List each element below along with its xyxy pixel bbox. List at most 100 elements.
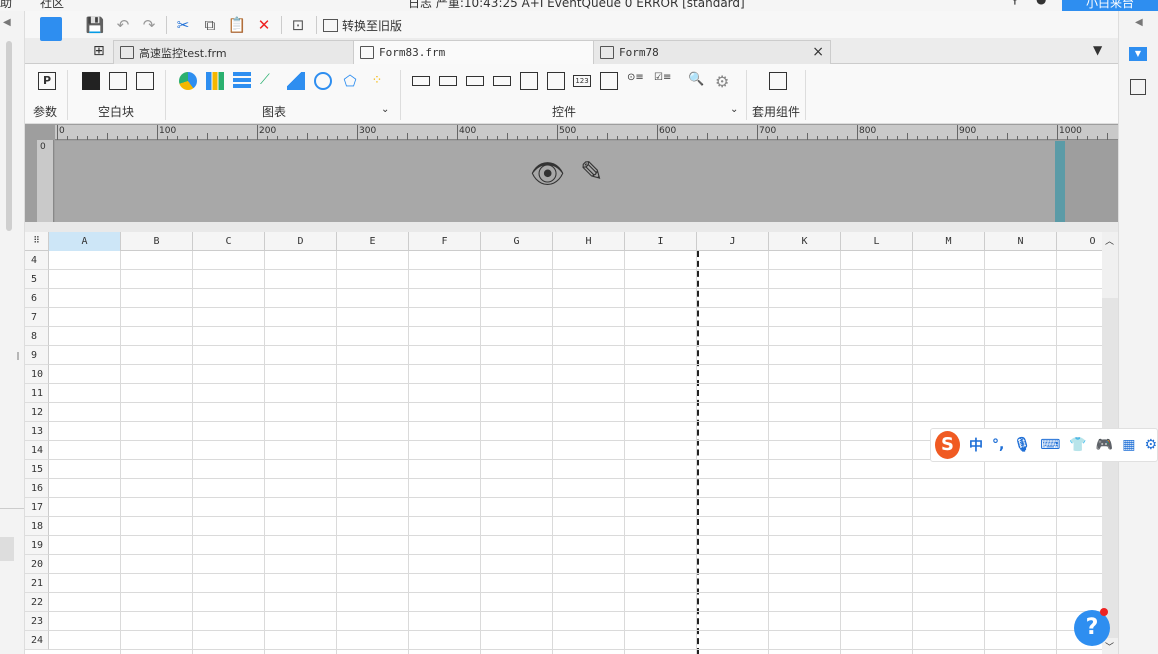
user-button[interactable]: 小白来台 — [1062, 0, 1158, 11]
keyboard-icon[interactable]: ⌨ — [1040, 437, 1060, 453]
column-header[interactable]: O — [1057, 232, 1102, 251]
column-header[interactable]: H — [553, 232, 625, 251]
row-header[interactable]: 5 — [25, 270, 49, 289]
column-header[interactable]: I — [625, 232, 697, 251]
cut-icon[interactable]: ✂ — [173, 15, 193, 35]
chart-expand-icon[interactable]: ⌄ — [381, 104, 389, 115]
blank-block-icon[interactable] — [82, 72, 100, 90]
scroll-up-icon[interactable]: ︿ — [1105, 234, 1114, 247]
row-header[interactable]: 12 — [25, 403, 49, 422]
delete-icon[interactable]: ✕ — [254, 15, 274, 35]
close-icon[interactable]: × — [812, 44, 824, 60]
button-widget-icon[interactable] — [466, 76, 484, 86]
scroll-down-icon[interactable]: ﹀ — [1105, 640, 1114, 653]
paste-icon[interactable]: 📋 — [227, 15, 247, 35]
textarea-widget-icon[interactable] — [600, 72, 618, 90]
row-header[interactable]: 11 — [25, 384, 49, 403]
microphone-icon[interactable]: 🎙 — [1013, 437, 1031, 453]
row-header[interactable]: 13 — [25, 422, 49, 441]
area-chart-icon[interactable] — [287, 72, 305, 90]
tab-highspeed[interactable]: 高速监控test.frm × — [113, 40, 375, 64]
save-icon[interactable]: 💾 — [85, 15, 105, 35]
tab-list-icon[interactable]: ▼ — [1093, 43, 1102, 57]
help-menu-fragment[interactable]: 助 — [0, 0, 12, 11]
main-logo[interactable] — [33, 17, 73, 61]
list-widget-icon[interactable] — [520, 72, 538, 90]
row-header[interactable]: 18 — [25, 517, 49, 536]
bar-chart-icon[interactable] — [206, 72, 224, 90]
row-header[interactable]: 23 — [25, 612, 49, 631]
column-header[interactable]: J — [697, 232, 769, 251]
apps-icon[interactable]: ▦ — [1122, 437, 1135, 453]
date-widget-icon[interactable] — [547, 72, 565, 90]
column-header[interactable]: C — [193, 232, 265, 251]
search-icon[interactable]: ⚲ — [1010, 0, 1020, 7]
row-header[interactable]: 17 — [25, 498, 49, 517]
row-header[interactable]: 4 — [25, 251, 49, 270]
edit-pencil-icon[interactable]: ✎ — [580, 155, 603, 188]
radio-widget-icon[interactable]: ⊙≡ — [627, 72, 645, 90]
row-header[interactable]: 21 — [25, 574, 49, 593]
row-header[interactable]: 15 — [25, 460, 49, 479]
search-widget-icon[interactable]: 🔍 — [688, 72, 706, 90]
row-header[interactable]: 8 — [25, 327, 49, 346]
select-all-corner[interactable]: ⠿ — [25, 232, 49, 251]
community-menu[interactable]: 社区 — [40, 0, 64, 11]
column-header[interactable]: E — [337, 232, 409, 251]
column-header[interactable]: A — [49, 232, 121, 251]
row-header[interactable]: 9 — [25, 346, 49, 365]
column-header[interactable]: M — [913, 232, 985, 251]
pie-chart-icon[interactable] — [179, 72, 197, 90]
game-icon[interactable]: 🎮 — [1096, 437, 1113, 453]
splitter-handle[interactable]: ‖ — [16, 351, 20, 360]
radar-chart-icon[interactable]: ⬠ — [341, 72, 359, 90]
line-chart-icon[interactable]: ⟋ — [260, 72, 278, 90]
dropdown-widget-icon[interactable] — [493, 76, 511, 86]
column-header[interactable]: G — [481, 232, 553, 251]
sogou-logo-icon[interactable]: S — [935, 431, 960, 459]
collapse-right-icon[interactable]: ◀ — [1135, 17, 1143, 28]
ime-lang[interactable]: 中 — [969, 435, 983, 455]
column-header[interactable]: L — [841, 232, 913, 251]
layout-icon[interactable] — [1130, 79, 1146, 95]
canvas-band[interactable]: 👁 ✎ — [55, 141, 1055, 222]
widget-expand-icon[interactable]: ⌄ — [730, 104, 738, 115]
row-header[interactable]: 22 — [25, 593, 49, 612]
row-header[interactable]: 19 — [25, 536, 49, 555]
left-item[interactable] — [0, 537, 14, 561]
row-header[interactable]: 10 — [25, 365, 49, 384]
hide-eye-icon[interactable]: 👁 — [530, 157, 566, 190]
gear-icon[interactable]: ⚙ — [1144, 437, 1157, 453]
left-scrollbar[interactable] — [6, 41, 12, 231]
scatter-chart-icon[interactable]: ⁘ — [368, 72, 386, 90]
undo-icon[interactable]: ↶ — [113, 15, 133, 35]
canvas-edge[interactable] — [1055, 141, 1065, 222]
preview-icon[interactable]: ⊡ — [288, 15, 308, 35]
textbox-widget-icon[interactable] — [412, 76, 430, 86]
ime-punct[interactable]: °, — [992, 437, 1004, 453]
split-block-icon[interactable] — [109, 72, 127, 90]
scroll-thumb[interactable] — [1102, 298, 1118, 638]
number-widget-icon[interactable]: 123 — [573, 75, 591, 87]
column-header[interactable]: F — [409, 232, 481, 251]
label-widget-icon[interactable] — [439, 76, 457, 86]
checkbox-widget-icon[interactable]: ☑≡ — [654, 72, 672, 90]
collapse-left-icon[interactable]: ◀ — [3, 17, 11, 28]
table-block-icon[interactable] — [136, 72, 154, 90]
column-header[interactable]: K — [769, 232, 841, 251]
grid-view-icon[interactable]: ⊞ — [93, 43, 105, 59]
row-header[interactable]: 16 — [25, 479, 49, 498]
component-icon[interactable] — [769, 72, 787, 90]
column-header[interactable]: B — [121, 232, 193, 251]
convert-legacy-button[interactable]: 转换至旧版 — [323, 15, 402, 35]
row-header[interactable]: 7 — [25, 308, 49, 327]
bell-icon[interactable]: ● — [1036, 0, 1046, 6]
column-header[interactable]: N — [985, 232, 1057, 251]
settings-widget-icon[interactable]: ⚙ — [715, 72, 733, 91]
skin-icon[interactable]: 👕 — [1069, 437, 1086, 453]
copy-icon[interactable]: ⧉ — [200, 15, 220, 35]
redo-icon[interactable]: ↷ — [139, 15, 159, 35]
tab-form78[interactable]: Form78 × — [593, 40, 831, 64]
row-header[interactable]: 24 — [25, 631, 49, 650]
tab-form83[interactable]: Form83.frm × — [353, 40, 615, 64]
